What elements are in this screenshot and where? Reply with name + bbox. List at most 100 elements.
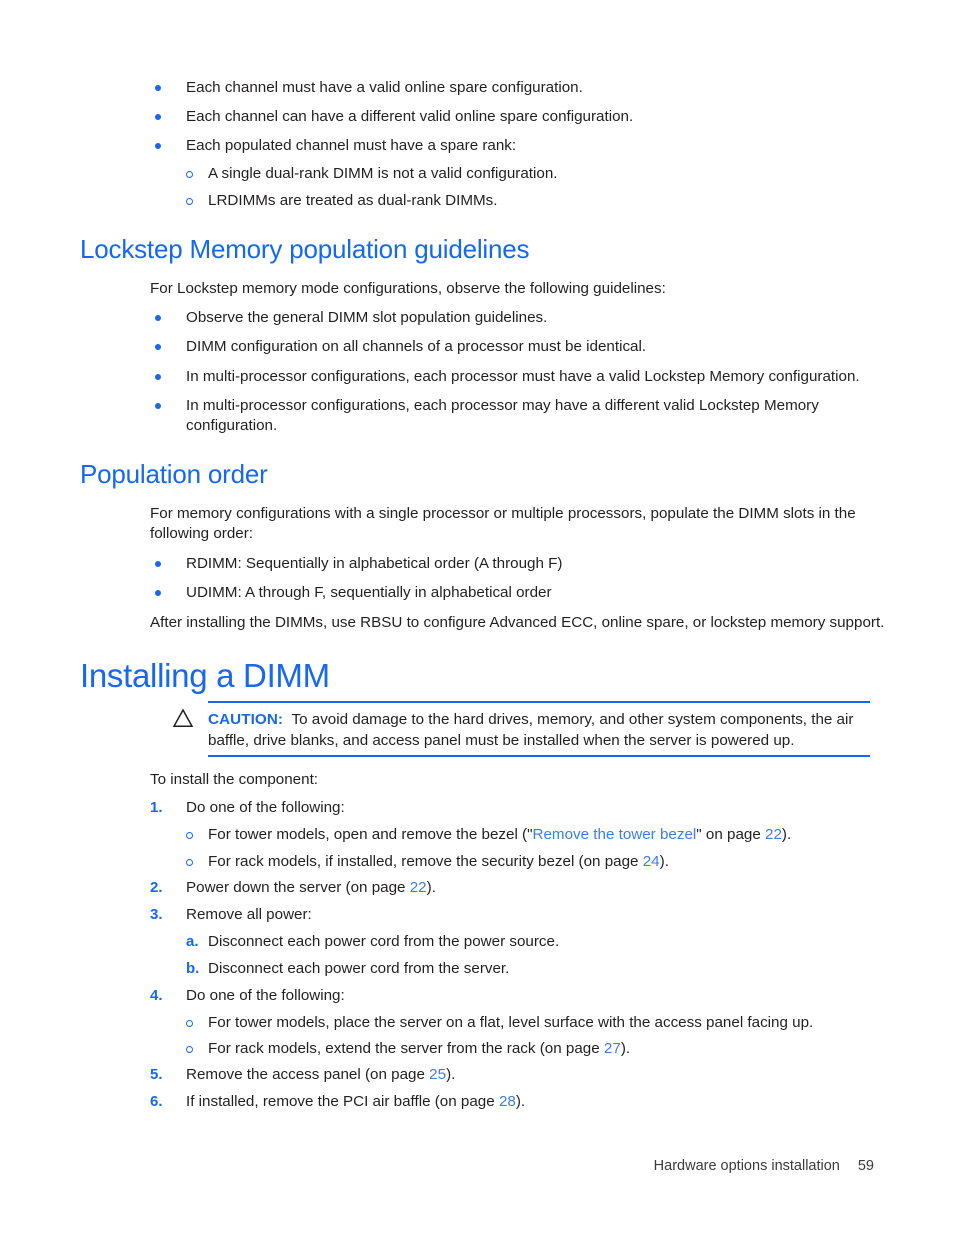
substep-letter: b.: [186, 960, 200, 977]
footer-page-number: 59: [857, 1158, 874, 1174]
list-item: In multi-processor configurations, each …: [150, 396, 850, 436]
list-item: A single dual-rank DIMM is not a valid c…: [150, 164, 850, 184]
list-item-label: RDIMM: Sequentially in alphabetical orde…: [186, 555, 563, 572]
step-number: 5.: [150, 1066, 163, 1083]
section-heading-lockstep: Lockstep Memory population guidelines: [80, 234, 530, 264]
page-ref[interactable]: 27: [604, 1040, 621, 1057]
step-number: 3.: [150, 906, 163, 923]
sub-text-post: ).: [659, 853, 669, 870]
bullet-dot-icon: [155, 85, 161, 91]
list-item-label: Each populated channel must have a spare…: [186, 137, 517, 154]
bullet-dot-icon: [155, 561, 161, 567]
bullet-circle-icon: [186, 859, 193, 866]
bullet-dot-icon: [155, 374, 161, 380]
caution-rule-top: [208, 701, 870, 703]
sub-text-mid: " on page: [696, 826, 766, 843]
install-lead-in-text: To install the component:: [150, 771, 319, 788]
list-item: Each populated channel must have a spare…: [150, 136, 850, 156]
warning-triangle-icon: [172, 708, 194, 727]
sub-text-post: ).: [620, 1040, 631, 1057]
link-remove-tower-bezel[interactable]: Remove the tower bezel: [533, 826, 697, 843]
step-text-pre: If installed, remove the PCI air baffle …: [186, 1093, 499, 1110]
list-item-label: A single dual-rank DIMM is not a valid c…: [208, 165, 558, 182]
caution-message: CAUTION: To avoid damage to the hard dri…: [208, 709, 873, 751]
list-item: LRDIMMs are treated as dual-rank DIMMs.: [150, 191, 850, 211]
step-label: Remove the access panel (on page 25).: [186, 1065, 850, 1085]
section-heading-population-order: Population order: [80, 459, 268, 489]
list-item: Each channel must have a valid online sp…: [150, 78, 850, 98]
step-number: 1.: [150, 799, 163, 816]
list-item-label: LRDIMMs are treated as dual-rank DIMMs.: [208, 192, 498, 209]
caution-label: CAUTION:: [208, 711, 284, 728]
ordered-list-item: 6. If installed, remove the PCI air baff…: [150, 1092, 850, 1112]
ordered-list-item: 2. Power down the server (on page 22).: [150, 878, 850, 898]
list-item: DIMM configuration on all channels of a …: [150, 337, 870, 357]
step-label: If installed, remove the PCI air baffle …: [186, 1092, 850, 1112]
step-sub-label: For rack models, extend the server from …: [208, 1039, 890, 1059]
step-text-pre: Power down the server (on page: [186, 879, 410, 896]
sub-text-post: ).: [781, 826, 792, 843]
step-label: Do one of the following:: [186, 987, 345, 1004]
lettered-list-item: b. Disconnect each power cord from the s…: [150, 959, 850, 979]
page-ref[interactable]: 28: [499, 1093, 516, 1110]
ordered-list-item: 5. Remove the access panel (on page 25).: [150, 1065, 850, 1085]
bullet-dot-icon: [155, 143, 161, 149]
list-item-label: In multi-processor configurations, each …: [186, 368, 860, 385]
population-outro-text: After installing the DIMMs, use RBSU to …: [150, 614, 885, 631]
substep-letter: a.: [186, 933, 199, 950]
list-item-label: DIMM configuration on all channels of a …: [186, 338, 647, 355]
step-sub-label: For rack models, if installed, remove th…: [208, 852, 890, 872]
footer-title: Hardware options installation: [653, 1158, 840, 1174]
page-ref[interactable]: 22: [410, 879, 427, 896]
page-ref[interactable]: 25: [429, 1066, 446, 1083]
step-number: 6.: [150, 1093, 163, 1110]
sub-text-pre: For tower models, open and remove the be…: [208, 826, 533, 843]
list-item: For tower models, open and remove the be…: [150, 825, 890, 845]
lettered-list-item: a. Disconnect each power cord from the p…: [150, 932, 850, 952]
step-sub-label: For tower models, open and remove the be…: [208, 825, 890, 845]
step-label: Remove all power:: [186, 906, 312, 923]
bullet-circle-icon: [186, 1046, 193, 1053]
bullet-dot-icon: [155, 315, 161, 321]
ordered-list-item: 4. Do one of the following:: [150, 986, 850, 1006]
step-number: 2.: [150, 879, 163, 896]
list-item: UDIMM: A through F, sequentially in alph…: [150, 583, 870, 603]
bullet-dot-icon: [155, 403, 161, 409]
bullet-circle-icon: [186, 1020, 193, 1027]
ordered-list-item: 3. Remove all power:: [150, 905, 850, 925]
bullet-circle-icon: [186, 832, 193, 839]
step-sub-label: For tower models, place the server on a …: [208, 1014, 814, 1031]
sub-text-pre: For rack models, if installed, remove th…: [208, 853, 643, 870]
page-ref[interactable]: 22: [765, 826, 782, 843]
section-heading-installing-dimm: Installing a DIMM: [80, 657, 330, 694]
list-item: For tower models, place the server on a …: [150, 1013, 890, 1033]
list-item: For rack models, if installed, remove th…: [150, 852, 890, 872]
substep-label: Disconnect each power cord from the serv…: [208, 960, 510, 977]
substep-label: Disconnect each power cord from the powe…: [208, 933, 560, 950]
step-text-post: ).: [426, 879, 436, 896]
list-item: RDIMM: Sequentially in alphabetical orde…: [150, 554, 870, 574]
list-item-label: UDIMM: A through F, sequentially in alph…: [186, 584, 552, 601]
step-label: Power down the server (on page 22).: [186, 878, 850, 898]
caution-text: To avoid damage to the hard drives, memo…: [208, 711, 854, 749]
bullet-circle-icon: [186, 198, 193, 205]
list-item-label: Each channel must have a valid online sp…: [186, 79, 583, 96]
list-item-label: Each channel can have a different valid …: [186, 108, 634, 125]
list-item: Observe the general DIMM slot population…: [150, 308, 870, 328]
page-ref[interactable]: 24: [643, 853, 660, 870]
sub-text-pre: For rack models, extend the server from …: [208, 1040, 604, 1057]
list-item: Each channel can have a different valid …: [150, 107, 850, 127]
ordered-list-item: 1. Do one of the following:: [150, 798, 850, 818]
document-page: Each channel must have a valid online sp…: [0, 0, 954, 1235]
step-text-pre: Remove the access panel (on page: [186, 1066, 430, 1083]
bullet-dot-icon: [155, 114, 161, 120]
bullet-dot-icon: [155, 344, 161, 350]
bullet-dot-icon: [155, 590, 161, 596]
population-intro-text: For memory configurations with a single …: [150, 505, 856, 542]
caution-rule-bottom: [208, 755, 870, 757]
step-label: Do one of the following:: [186, 799, 345, 816]
list-item: In multi-processor configurations, each …: [150, 367, 910, 387]
step-number: 4.: [150, 987, 163, 1004]
step-text-post: ).: [515, 1093, 526, 1110]
list-item-label: Observe the general DIMM slot population…: [186, 309, 548, 326]
